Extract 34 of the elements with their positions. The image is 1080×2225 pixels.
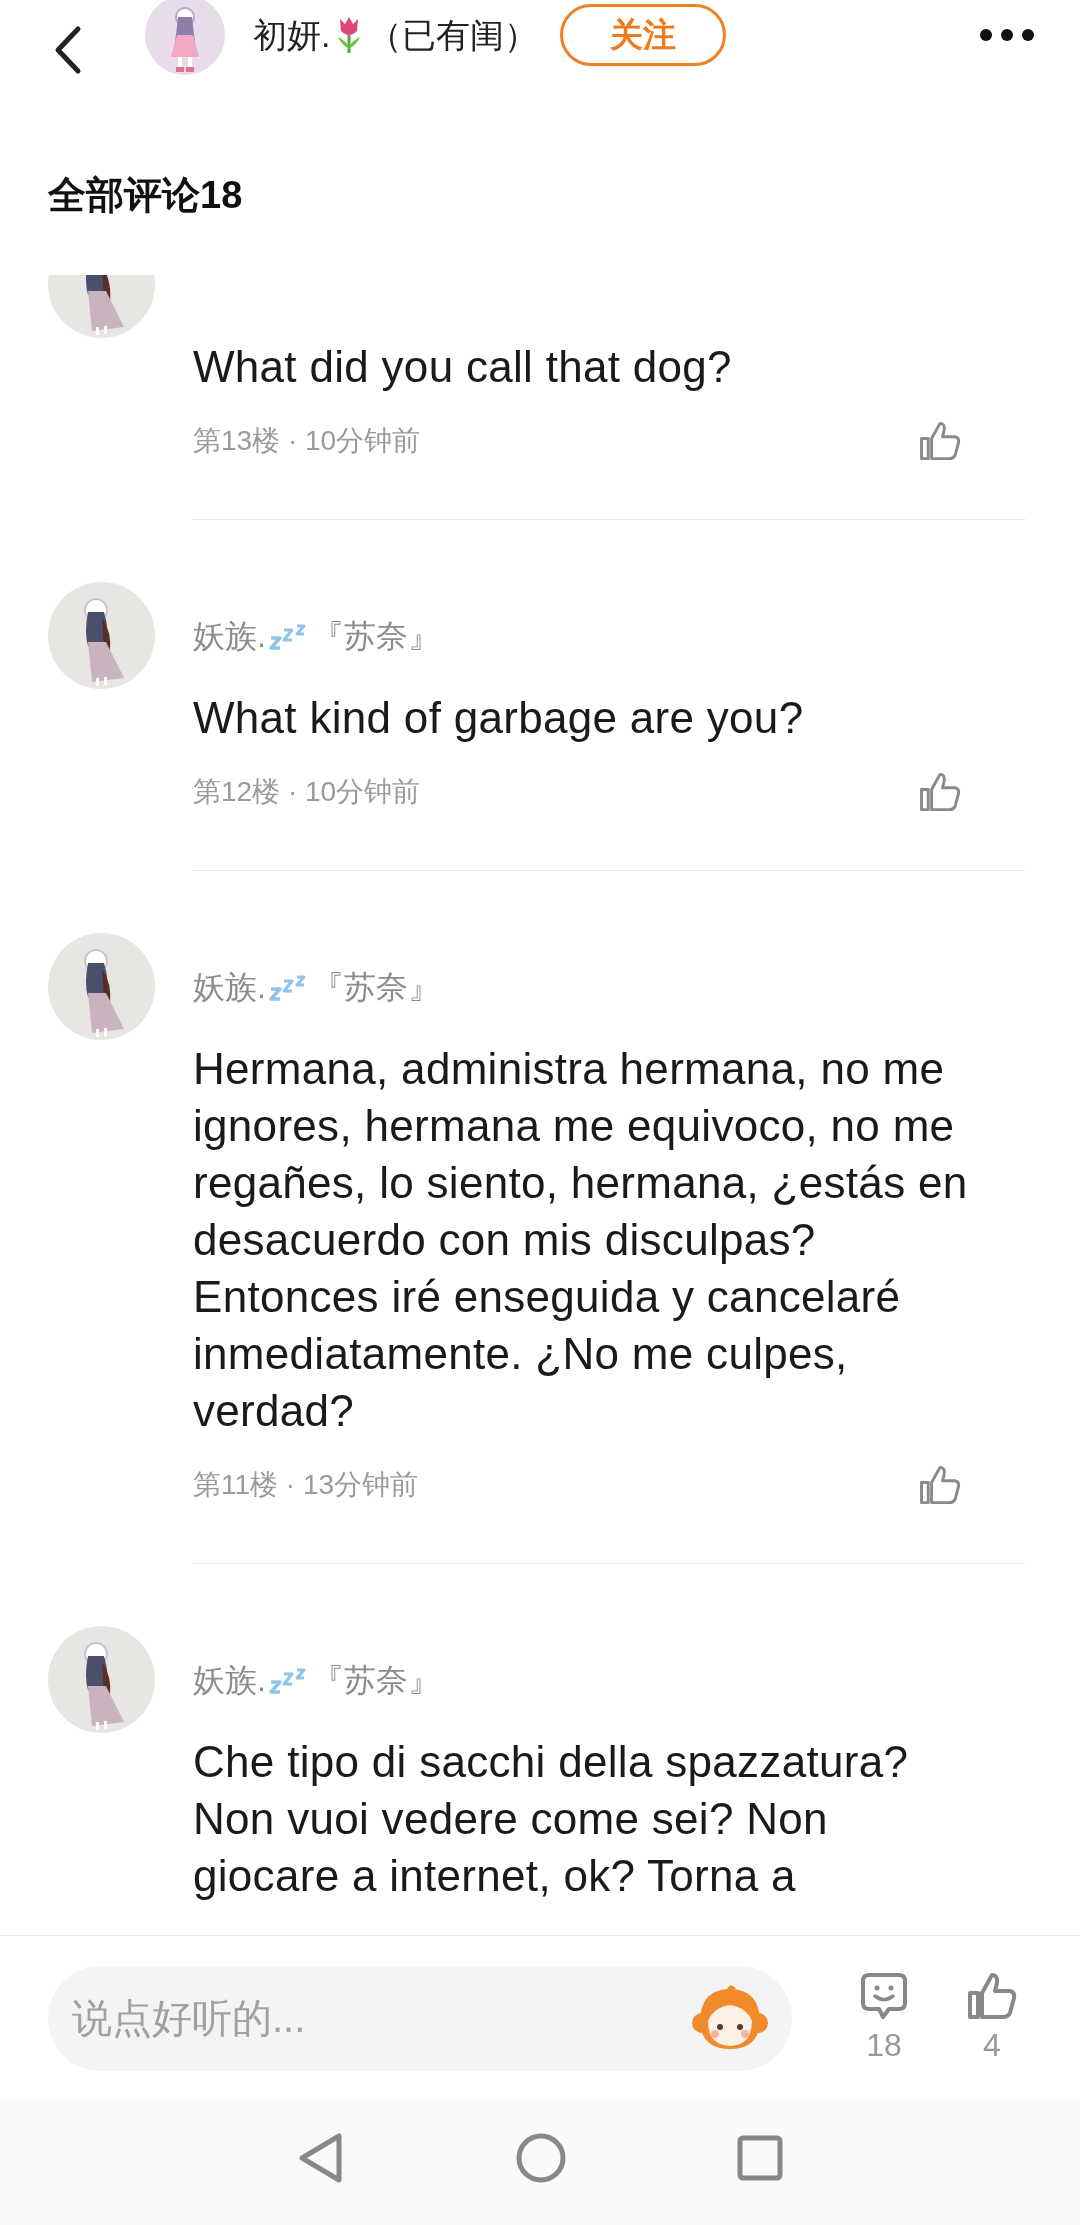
avatar[interactable] bbox=[48, 1626, 155, 1733]
more-icon[interactable] bbox=[979, 28, 1035, 42]
comment-text: Hermana, administra hermana, no me ignores, hermana me equivoco, no me regañes, lo siento, hermana, ¿estás en desacuerdo con mis disculpas? Entonces iré enseguida y cancelaré inmediatamente. ¿No me culpes, verdad? bbox=[193, 1043, 969, 1437]
like-button[interactable]: 4 bbox=[952, 1971, 1032, 2065]
comment-icon bbox=[859, 1971, 909, 2021]
thumbs-up-icon bbox=[966, 1971, 1018, 2021]
thumbs-up-icon[interactable] bbox=[918, 1464, 962, 1506]
thumbs-up-icon[interactable] bbox=[918, 771, 962, 813]
section-title: 全部评论18 bbox=[48, 174, 243, 216]
commenter-tag[interactable]: 『苏奈』 bbox=[311, 611, 440, 660]
comment-text: Che tipo di sacchi della spazzatura? Non vuoi vedere come sei? Non giocare a internet, ok? Torna a bbox=[193, 1736, 910, 1902]
avatar[interactable] bbox=[48, 582, 155, 689]
commenter-tag[interactable]: 『苏奈』 bbox=[311, 962, 440, 1011]
comment-meta: 第11楼 · 13分钟前 bbox=[193, 1468, 419, 1502]
comment-input[interactable]: 说点好听的... bbox=[48, 1965, 792, 2071]
placeholder: 说点好听的... bbox=[72, 1995, 306, 2042]
recents-nav-icon[interactable] bbox=[737, 2134, 783, 2181]
avatar[interactable] bbox=[48, 933, 155, 1040]
comment-text: What did you call that dog? bbox=[193, 341, 733, 393]
comment-meta: 第12楼 · 10分钟前 bbox=[193, 775, 421, 809]
comment-meta: 第13楼 · 10分钟前 bbox=[193, 424, 421, 458]
commenter-name[interactable]: 妖族. bbox=[193, 962, 266, 1011]
user-tag: （已有闺） bbox=[368, 9, 539, 61]
commenter-tag[interactable]: 『苏奈』 bbox=[311, 1655, 440, 1704]
comments-button[interactable]: 18 bbox=[844, 1971, 924, 2065]
commenter-name[interactable]: 妖族. bbox=[193, 1655, 266, 1704]
user-name: 初妍. bbox=[253, 14, 331, 56]
home-nav-icon[interactable] bbox=[515, 2131, 567, 2184]
follow-button[interactable]: 关注 bbox=[560, 4, 727, 66]
comment-text: What kind of garbage are you? bbox=[193, 692, 805, 744]
avatar[interactable] bbox=[145, 0, 225, 75]
thumbs-up-icon[interactable] bbox=[918, 420, 962, 462]
commenter-name[interactable]: 妖族. bbox=[193, 611, 266, 660]
back-nav-icon[interactable] bbox=[297, 2131, 345, 2184]
